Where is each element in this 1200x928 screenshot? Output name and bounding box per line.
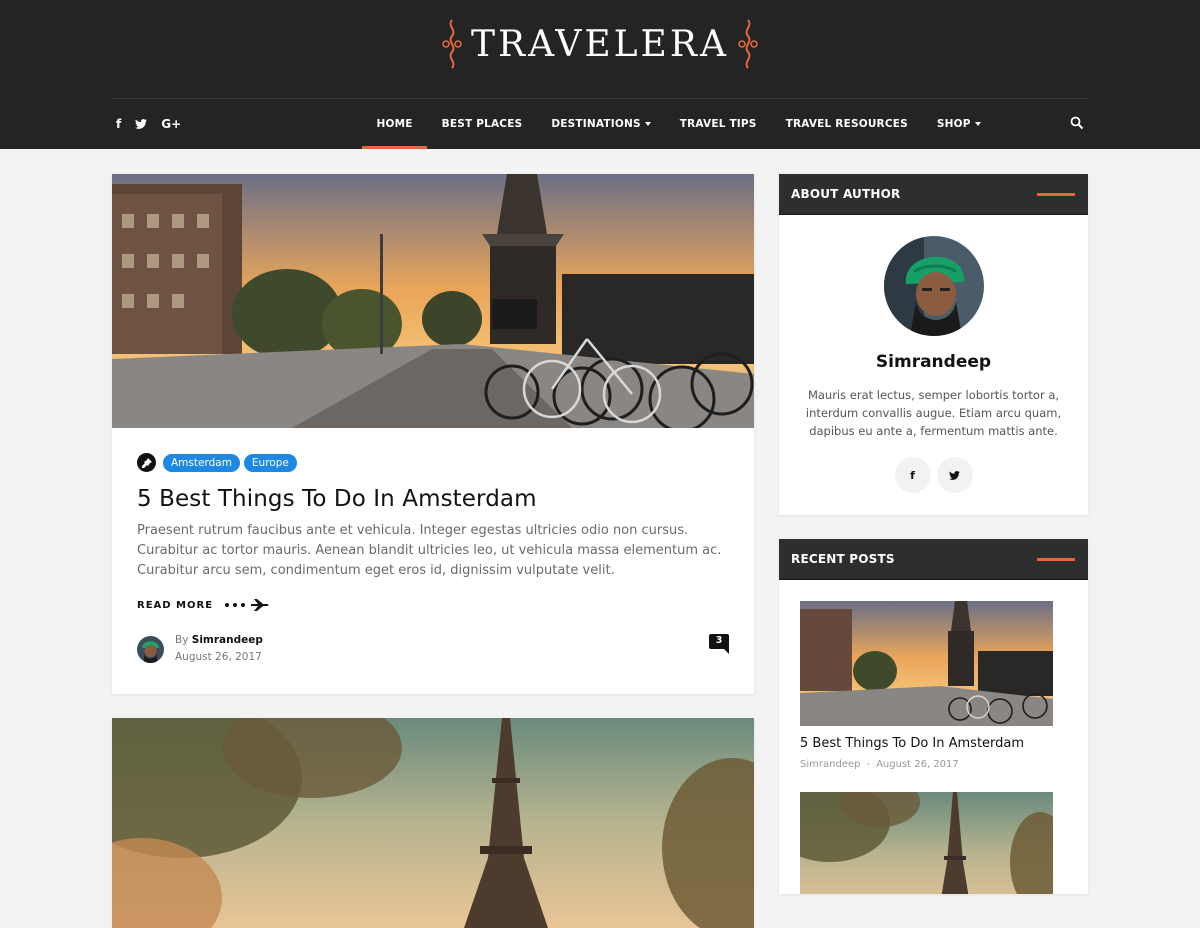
facebook-icon[interactable]: f [116, 117, 121, 131]
post-meta-text: By Simrandeep August 26, 2017 [175, 632, 263, 666]
post-excerpt: Praesent rutrum faucibus ante et vehicul… [137, 523, 722, 578]
post-featured-image[interactable] [112, 174, 754, 428]
pin-icon [137, 453, 156, 472]
post-date: August 26, 2017 [175, 651, 262, 663]
primary-menu: HOME BEST PLACES DESTINATIONS TRAVEL TIP… [362, 99, 995, 149]
nav-best-places[interactable]: BEST PLACES [427, 99, 537, 149]
facebook-icon: f [910, 468, 915, 482]
recent-post-meta: Simrandeep - August 26, 2017 [800, 759, 1067, 770]
nav-travel-resources-label: TRAVEL RESOURCES [785, 118, 908, 130]
recent-post-date: August 26, 2017 [876, 759, 959, 770]
recent-post-thumbnail[interactable] [800, 601, 1053, 726]
nav-travel-resources[interactable]: TRAVEL RESOURCES [771, 99, 922, 149]
by-label: By [175, 634, 189, 646]
author-bio: Mauris erat lectus, semper lobortis tort… [805, 388, 1062, 438]
chevron-down-icon [974, 122, 981, 126]
post-body: Amsterdam Europe 5 Best Things To Do In … [112, 428, 754, 694]
nav-destinations[interactable]: DESTINATIONS [537, 99, 665, 149]
site-logo[interactable]: TRAVELERA [0, 18, 1200, 70]
author-avatar[interactable] [137, 635, 164, 663]
header-social-links: f G+ [116, 99, 181, 149]
widget-title: ABOUT AUTHOR [791, 187, 901, 201]
nav-shop-label: SHOP [936, 118, 971, 130]
category-badge-amsterdam[interactable]: Amsterdam [163, 453, 240, 472]
plane-trail-icon [225, 599, 269, 611]
widget-accent-bar [1037, 193, 1075, 196]
author-twitter-button[interactable] [936, 457, 973, 493]
main-navigation: f G+ HOME BEST PLACES DESTINATIONS TRAVE… [112, 99, 1088, 149]
author-card: Simrandeep Mauris erat lectus, semper lo… [779, 215, 1088, 515]
list-item: 5 Best Things To Do In Amsterdam Simrand… [800, 601, 1067, 770]
chevron-down-icon [644, 122, 651, 126]
recent-post-thumbnail[interactable] [800, 792, 1053, 894]
nav-best-places-label: BEST PLACES [441, 118, 523, 130]
recent-post-author[interactable]: Simrandeep [800, 759, 860, 770]
read-more-label: READ MORE [137, 599, 214, 611]
recent-post-title[interactable]: 5 Best Things To Do In Amsterdam [800, 736, 1067, 751]
post-card: Amsterdam Europe 5 Best Things To Do In … [112, 174, 754, 694]
meta-separator: - [866, 759, 871, 770]
about-author-widget: ABOUT AUTHOR Simrandeep Mauris erat lect… [779, 174, 1088, 515]
twitter-icon [949, 470, 960, 480]
logo-text: TRAVELERA [471, 23, 729, 65]
read-more-link[interactable]: READ MORE [137, 598, 729, 612]
widget-accent-bar [1037, 558, 1075, 561]
list-item [800, 792, 1067, 894]
author-name: Simrandeep [875, 352, 992, 372]
google-plus-icon[interactable]: G+ [161, 117, 181, 131]
post-featured-image[interactable] [112, 718, 754, 928]
sidebar: ABOUT AUTHOR Simrandeep Mauris erat lect… [779, 174, 1088, 894]
nav-travel-tips-label: TRAVEL TIPS [679, 118, 757, 130]
post-author-link[interactable]: Simrandeep [192, 634, 263, 646]
comment-count: 3 [715, 635, 723, 646]
recent-posts-widget: RECENT POSTS 5 Best Things To Do In Amst… [779, 539, 1088, 894]
post-categories: Amsterdam Europe [137, 453, 729, 472]
nav-destinations-label: DESTINATIONS [551, 118, 641, 130]
author-social-links: f [803, 457, 1064, 493]
category-badge-europe[interactable]: Europe [243, 453, 297, 472]
post-card [112, 718, 754, 928]
nav-travel-tips[interactable]: TRAVEL TIPS [665, 99, 771, 149]
author-avatar-large [883, 236, 984, 336]
recent-posts-list: 5 Best Things To Do In Amsterdam Simrand… [779, 580, 1088, 894]
widget-header: ABOUT AUTHOR [779, 174, 1088, 215]
nav-home[interactable]: HOME [362, 99, 428, 149]
post-meta: By Simrandeep August 26, 2017 3 [137, 632, 729, 666]
post-title[interactable]: 5 Best Things To Do In Amsterdam [137, 486, 729, 512]
nav-home-label: HOME [376, 118, 413, 130]
search-icon[interactable] [1070, 116, 1084, 130]
author-facebook-button[interactable]: f [894, 457, 931, 493]
widget-header: RECENT POSTS [779, 539, 1088, 580]
twitter-icon[interactable] [135, 119, 148, 129]
ornament-left-icon [442, 19, 462, 69]
widget-title: RECENT POSTS [791, 552, 895, 566]
main-content: Amsterdam Europe 5 Best Things To Do In … [112, 174, 754, 928]
nav-shop[interactable]: SHOP [922, 99, 995, 149]
ornament-right-icon [738, 19, 758, 69]
site-header: TRAVELERA f G+ HOME BEST PLACES DESTINAT… [0, 0, 1200, 149]
comment-count-badge[interactable]: 3 [709, 634, 729, 654]
